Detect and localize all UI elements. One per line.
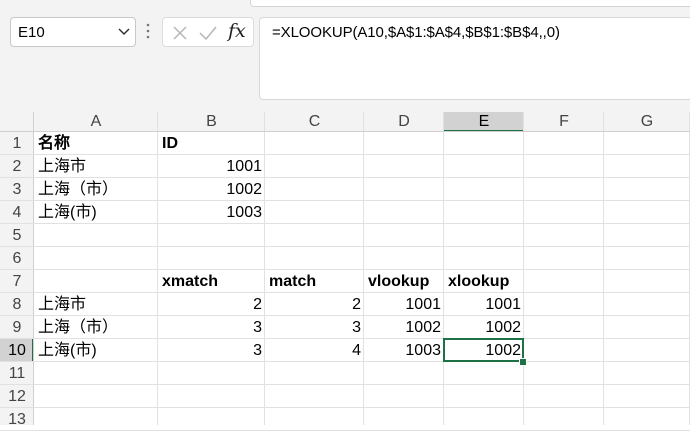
- cell-a1[interactable]: 名称: [34, 132, 158, 154]
- gridline: [0, 223, 690, 224]
- column-header-g[interactable]: G: [604, 112, 690, 132]
- enter-check-icon[interactable]: [198, 24, 218, 42]
- formula-bar[interactable]: =XLOOKUP(A10,$A$1:$A$4,$B$1:$B$4,,0): [259, 17, 690, 100]
- cell-a3[interactable]: 上海（市）: [34, 178, 158, 200]
- cell-a4[interactable]: 上海(市): [34, 201, 158, 223]
- row-header-13[interactable]: 13: [0, 408, 34, 431]
- cell-b4[interactable]: 1003: [158, 201, 265, 223]
- formula-text: =XLOOKUP(A10,$A$1:$A$4,$B$1:$B$4,,0): [272, 24, 560, 41]
- cell-d7[interactable]: vlookup: [364, 270, 444, 292]
- chevron-down-icon[interactable]: [117, 24, 131, 38]
- column-header-e[interactable]: E: [444, 112, 524, 132]
- cell-d8[interactable]: 1001: [364, 293, 444, 315]
- cell-d9[interactable]: 1002: [364, 316, 444, 338]
- cell-b9[interactable]: 3: [158, 316, 265, 338]
- row-header-8[interactable]: 8: [0, 293, 34, 316]
- cell-e8[interactable]: 1001: [444, 293, 524, 315]
- cell-a10[interactable]: 上海(市): [34, 339, 158, 361]
- gridline: [0, 361, 690, 362]
- more-options-icon[interactable]: [146, 22, 150, 40]
- gridline: [0, 430, 690, 431]
- row-header-2[interactable]: 2: [0, 155, 34, 178]
- cell-a9[interactable]: 上海（市）: [34, 316, 158, 338]
- cell-a2[interactable]: 上海市: [34, 155, 158, 177]
- cell-b7[interactable]: xmatch: [158, 270, 265, 292]
- row-header-9[interactable]: 9: [0, 316, 34, 339]
- cell-d10[interactable]: 1003: [364, 339, 444, 361]
- row-header-3[interactable]: 3: [0, 178, 34, 201]
- column-header-c[interactable]: C: [265, 112, 364, 132]
- cell-c8[interactable]: 2: [265, 293, 364, 315]
- name-box[interactable]: E10: [10, 17, 136, 47]
- gridline: [0, 246, 690, 247]
- name-box-value: E10: [18, 24, 45, 41]
- fill-handle[interactable]: [519, 358, 527, 366]
- cell-e9[interactable]: 1002: [444, 316, 524, 338]
- cell-c7[interactable]: match: [265, 270, 364, 292]
- ribbon-edge: [0, 0, 690, 7]
- cell-b2[interactable]: 1001: [158, 155, 265, 177]
- cell-b3[interactable]: 1002: [158, 178, 265, 200]
- spreadsheet-grid[interactable]: A B C D E F G 1 2 3 4 5 6 7 8 9 10 11 12 13 名称 ID 上海市 1001 上海（市）…: [0, 112, 690, 431]
- column-header-d[interactable]: D: [364, 112, 444, 132]
- cell-b10[interactable]: 3: [158, 339, 265, 361]
- column-header-b[interactable]: B: [158, 112, 265, 132]
- row-header-7[interactable]: 7: [0, 270, 34, 293]
- row-header-10[interactable]: 10: [0, 339, 34, 362]
- row-header-6[interactable]: 6: [0, 247, 34, 270]
- row-header-1[interactable]: 1: [0, 132, 34, 155]
- insert-function-icon[interactable]: fx: [228, 20, 246, 42]
- row-header-4[interactable]: 4: [0, 201, 34, 224]
- column-header-f[interactable]: F: [524, 112, 604, 132]
- row-header-11[interactable]: 11: [0, 362, 34, 385]
- formula-buttons: fx: [162, 17, 254, 47]
- cell-c10[interactable]: 4: [265, 339, 364, 361]
- cell-b8[interactable]: 2: [158, 293, 265, 315]
- row-header-5[interactable]: 5: [0, 224, 34, 247]
- row-header-12[interactable]: 12: [0, 385, 34, 408]
- cell-c9[interactable]: 3: [265, 316, 364, 338]
- cell-e7[interactable]: xlookup: [444, 270, 524, 292]
- gridline: [0, 384, 690, 385]
- column-header-a[interactable]: A: [34, 112, 158, 132]
- gridline: [0, 407, 690, 408]
- cell-b1[interactable]: ID: [158, 132, 265, 154]
- cancel-icon[interactable]: [171, 24, 189, 42]
- cell-a8[interactable]: 上海市: [34, 293, 158, 315]
- cell-e10[interactable]: 1002: [444, 339, 524, 361]
